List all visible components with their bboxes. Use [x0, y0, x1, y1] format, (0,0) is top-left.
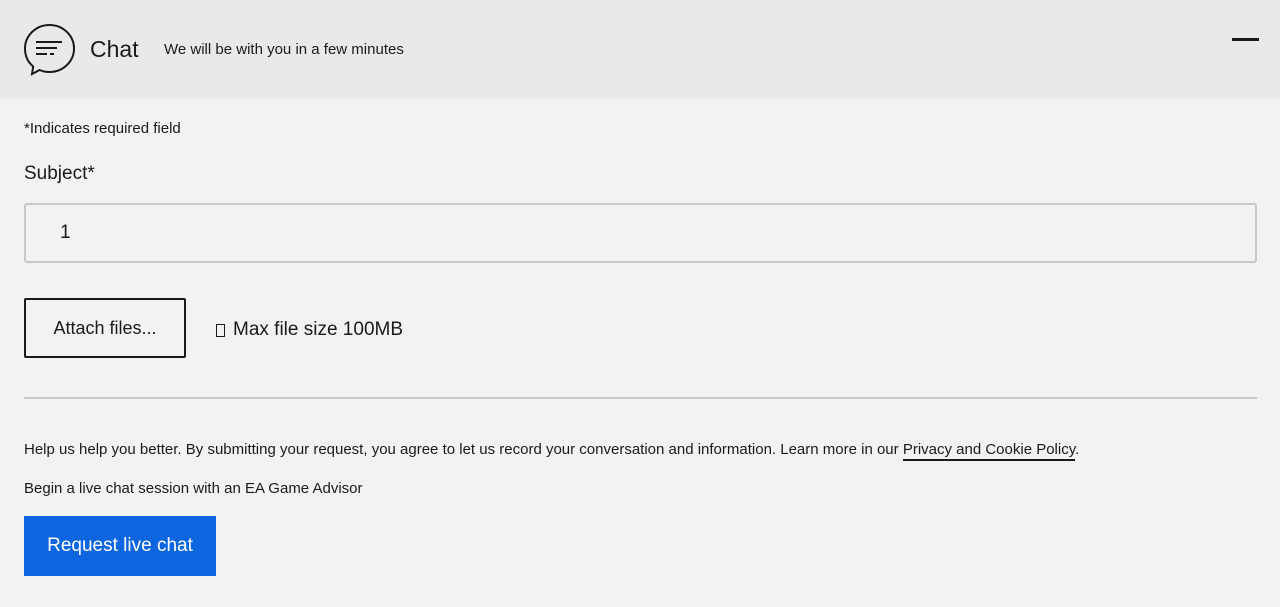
chat-subtitle: We will be with you in a few minutes: [164, 41, 404, 58]
chat-header: Chat We will be with you in a few minute…: [0, 0, 1280, 99]
file-size-text: Max file size 100MB: [233, 319, 404, 340]
subject-input[interactable]: [24, 203, 1257, 263]
required-field-note: *Indicates required field: [24, 120, 181, 137]
consent-text: Help us help you better. By submitting y…: [24, 440, 1264, 461]
divider: [24, 397, 1257, 399]
session-note: Begin a live chat session with an EA Gam…: [24, 480, 363, 497]
info-icon: [216, 323, 225, 337]
minimize-button[interactable]: [1228, 26, 1262, 56]
chat-bubble-icon: [23, 23, 76, 76]
attach-files-button[interactable]: Attach files...: [24, 298, 186, 358]
privacy-policy-link[interactable]: Privacy and Cookie Policy: [902, 441, 1076, 461]
minimize-icon: [1232, 38, 1259, 41]
chat-title: Chat: [90, 36, 139, 62]
consent-body: Help us help you better. By submitting y…: [24, 441, 903, 458]
subject-label: Subject*: [24, 163, 95, 184]
consent-period: .: [1075, 441, 1080, 458]
request-live-chat-button[interactable]: Request live chat: [24, 516, 216, 576]
file-size-note: Max file size 100MB: [216, 318, 403, 342]
